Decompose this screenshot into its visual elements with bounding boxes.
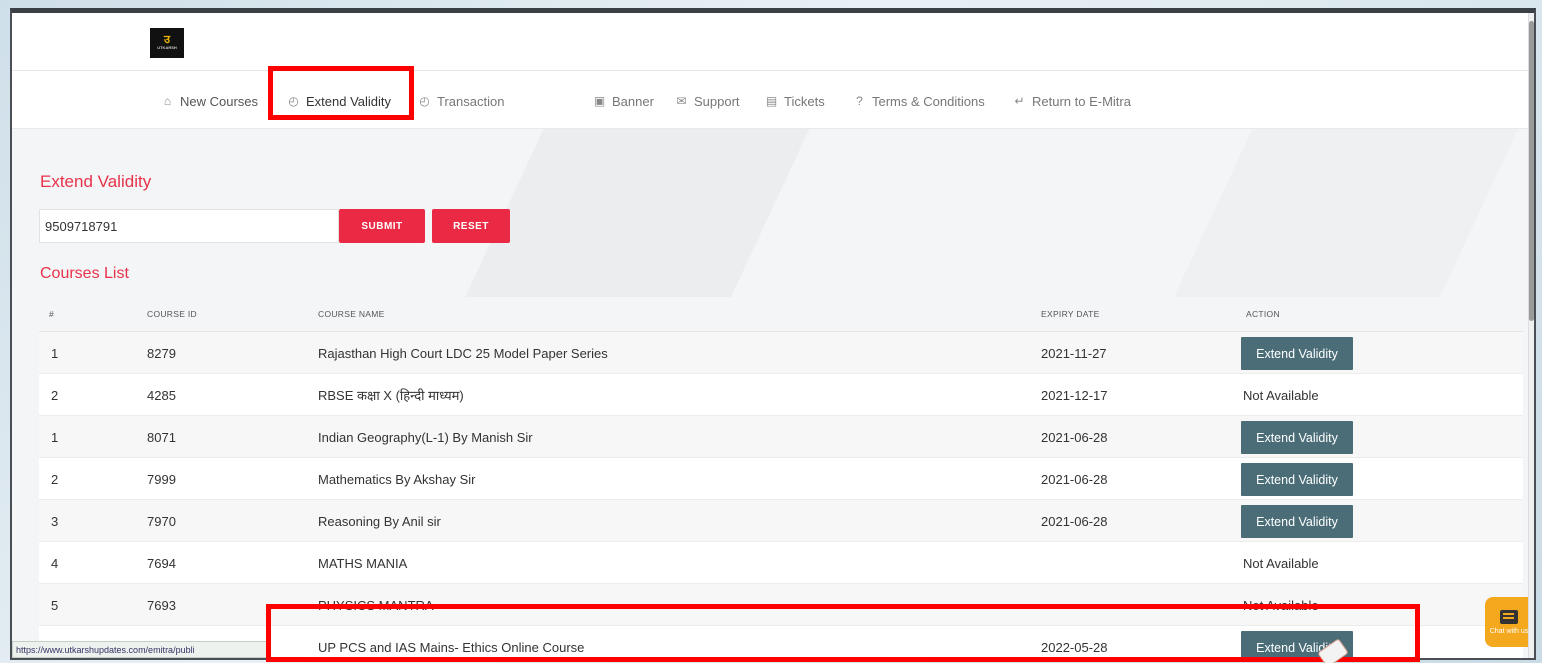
course-id: 7999 (147, 471, 176, 487)
expiry-date: 2022-05-28 (1041, 639, 1108, 655)
page-title: Extend Validity (40, 172, 152, 191)
utkarsh-logo[interactable]: उ UTKARSH (150, 28, 184, 58)
nav-label: New Courses (180, 93, 259, 109)
course-name: Indian Geography(L-1) By Manish Sir (318, 429, 533, 445)
extend-validity-button[interactable]: Extend Validity (1241, 337, 1353, 370)
courses-list-title: Courses List (40, 265, 129, 282)
course-id: 8279 (147, 345, 176, 361)
col-header-action: ACTION (1246, 309, 1280, 319)
extend-validity-button[interactable]: Extend Validity (1241, 463, 1353, 496)
mail-icon: ✉ (676, 94, 687, 108)
submit-button[interactable]: SUBMIT (339, 209, 425, 243)
course-id: 4285 (147, 387, 176, 403)
logo-glyph: उ (163, 34, 171, 46)
row-number: 2 (51, 471, 59, 487)
expiry-date: 2021-12-17 (1041, 387, 1108, 403)
course-name: Mathematics By Akshay Sir (318, 471, 476, 487)
nav-support[interactable]: ✉ Support (674, 91, 740, 111)
expiry-date: 2021-06-28 (1041, 513, 1108, 529)
col-header-course-name: COURSE NAME (318, 309, 385, 319)
table-header: # COURSE ID COURSE NAME EXPIRY DATE ACTI… (39, 297, 1523, 332)
row-number: 1 (51, 345, 59, 361)
ticket-icon: ▤ (765, 94, 778, 108)
main-content: Extend Validity 9509718791 SUBMIT RESET … (12, 129, 1534, 658)
extend-validity-button[interactable]: Extend Validity (1241, 421, 1353, 454)
scrollbar-thumb[interactable] (1529, 21, 1534, 321)
status-bar-url: https://www.utkarshupdates.com/emitra/pu… (12, 641, 270, 658)
not-available-label: Not Available (1243, 597, 1319, 613)
course-id: 7693 (147, 597, 176, 613)
nav-label: Support (694, 93, 740, 109)
nav-label: Transaction (437, 93, 505, 109)
not-available-label: Not Available (1243, 555, 1319, 571)
nav-transaction[interactable]: ◴ Transaction (417, 91, 504, 111)
nav-terms-conditions[interactable]: ? Terms & Conditions (852, 91, 985, 111)
col-header-course-id: COURSE ID (147, 309, 197, 319)
question-icon: ? (856, 94, 863, 108)
nav-return-emitra[interactable]: ↵ Return to E-Mitra (1012, 91, 1131, 111)
row-number: 4 (51, 555, 59, 571)
nav-new-courses[interactable]: ⌂ New Courses (160, 91, 258, 111)
col-header-num: # (49, 309, 55, 319)
row-number: 5 (51, 597, 59, 613)
table-row: 5 7693 PHYSICS MANTRA Not Available (39, 584, 1523, 626)
not-available-label: Not Available (1243, 387, 1319, 403)
table-row: 1 8279 Rajasthan High Court LDC 25 Model P… (39, 332, 1523, 374)
main-nav: ⌂ New Courses ◴ Extend Validity ◴ Transa… (12, 71, 1534, 128)
nav-extend-validity[interactable]: ◴ Extend Validity (286, 91, 391, 111)
chat-icon (1500, 609, 1518, 624)
nav-label: Extend Validity (306, 93, 392, 109)
nav-label: Tickets (784, 93, 825, 109)
chat-label: Chat with us (1489, 627, 1529, 635)
course-name: Rajasthan High Court LDC 25 Model Paper … (318, 345, 608, 361)
course-name: Reasoning By Anil sir (318, 513, 441, 529)
course-name: RBSE कक्षा X (हिन्दी माध्यम) (318, 388, 464, 403)
courses-table: # COURSE ID COURSE NAME EXPIRY DATE ACTI… (39, 297, 1523, 658)
course-name: MATHS MANIA (318, 555, 408, 571)
course-id: 8071 (147, 429, 176, 445)
row-number: 2 (51, 387, 59, 403)
chat-widget[interactable]: Chat with us (1485, 597, 1533, 647)
course-id: 7694 (147, 555, 176, 571)
reset-button[interactable]: RESET (432, 209, 510, 243)
top-header: उ UTKARSH (12, 13, 1534, 70)
extend-validity-button[interactable]: Extend Validity (1241, 505, 1353, 538)
row-number: 3 (51, 513, 59, 529)
course-name: PHYSICS MANTRA (318, 597, 434, 613)
row-number: 1 (51, 429, 59, 445)
nav-label: Banner (612, 93, 654, 109)
table-row: 1 8071 Indian Geography(L-1) By Manish Sir… (39, 416, 1523, 458)
nav-banner[interactable]: ▣ Banner (592, 91, 654, 111)
table-row: 3 7970 Reasoning By Anil sir 2021-06-28 Exte… (39, 500, 1523, 542)
return-icon: ↵ (1014, 94, 1025, 108)
scrollbar[interactable] (1528, 13, 1534, 658)
expiry-date: 2021-11-27 (1041, 345, 1107, 361)
mobile-number-input[interactable]: 9509718791 (39, 209, 339, 243)
clock-icon: ◴ (288, 94, 299, 108)
clock-icon: ◴ (419, 94, 430, 108)
course-name: UP PCS and IAS Mains- Ethics Online Cour… (318, 639, 585, 655)
nav-label: Return to E-Mitra (1032, 93, 1131, 109)
col-header-expiry-date: EXPIRY DATE (1041, 309, 1100, 319)
browser-window: उ UTKARSH ⌂ New Courses ◴ Extend Validit… (10, 8, 1536, 660)
table-row: 2 7999 Mathematics By Akshay Sir 2021-06-28… (39, 458, 1523, 500)
expiry-date: 2021-06-28 (1041, 471, 1108, 487)
course-id: 7970 (147, 513, 176, 529)
home-icon: ⌂ (163, 94, 172, 108)
image-icon: ▣ (593, 94, 606, 108)
table-row: 4 7694 MATHS MANIA Not Available (39, 542, 1523, 584)
nav-tickets[interactable]: ▤ Tickets (764, 91, 825, 111)
logo-subtext: UTKARSH (157, 45, 177, 50)
nav-label: Terms & Conditions (872, 93, 985, 109)
expiry-date: 2021-06-28 (1041, 429, 1108, 445)
table-row: 2 4285 RBSE कक्षा X (हिन्दी माध्यम) 2021-12… (39, 374, 1523, 416)
table-body: 1 8279 Rajasthan High Court LDC 25 Model P… (39, 332, 1523, 658)
